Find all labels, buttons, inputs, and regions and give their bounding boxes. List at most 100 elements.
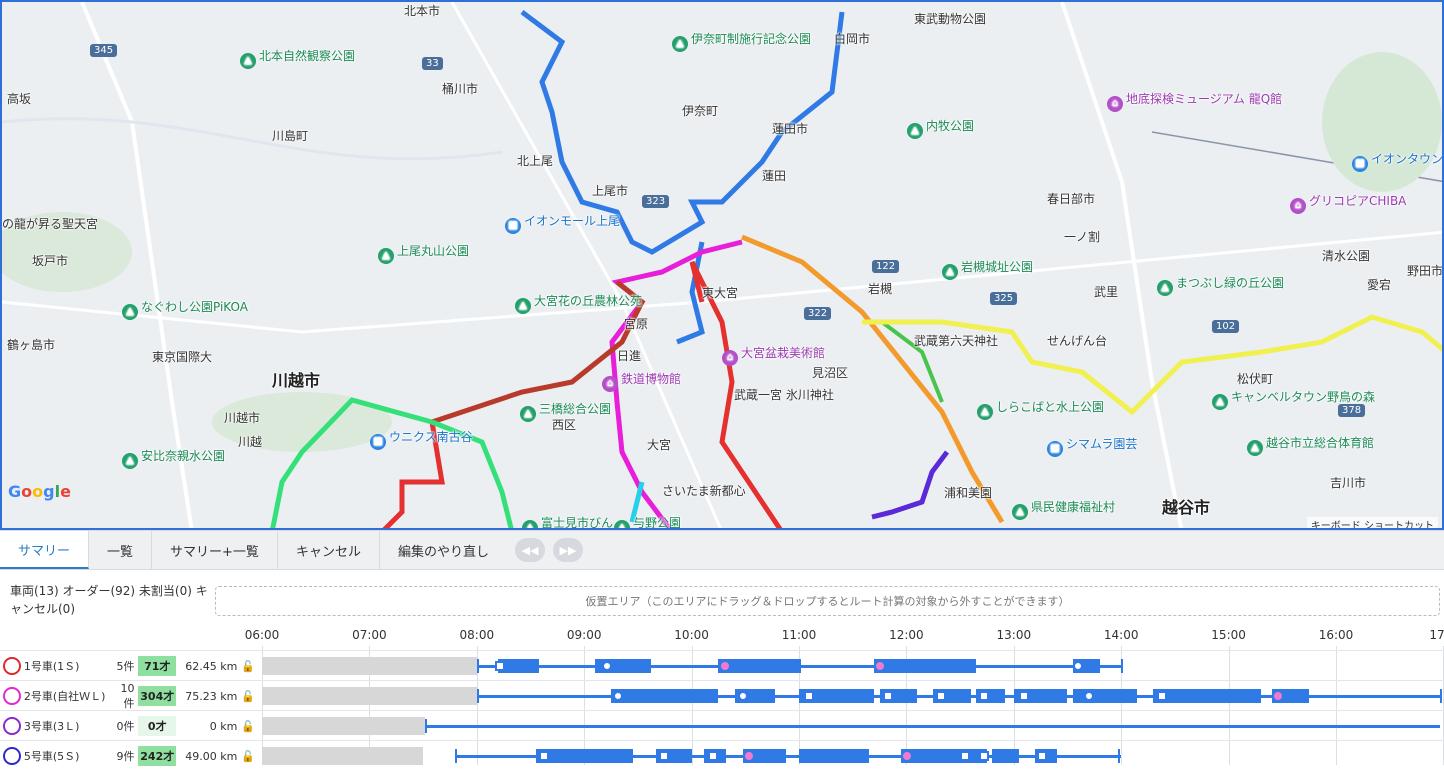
map-label[interactable]: ■ ウニクス南古谷: [370, 428, 473, 450]
delivery-marker[interactable]: [804, 691, 815, 701]
map-label[interactable]: 松伏町: [1237, 370, 1273, 387]
map-attribution[interactable]: キーボード ショートカット: [1306, 517, 1438, 528]
map-label[interactable]: 春日部市: [1047, 190, 1095, 207]
map-label[interactable]: 越谷市: [1162, 494, 1210, 518]
map-label[interactable]: の龍が昇る聖天宮: [2, 215, 98, 232]
map-label[interactable]: 武里: [1094, 283, 1118, 300]
redo-button[interactable]: ▶▶: [552, 538, 583, 562]
vehicle-row[interactable]: 5号車(5Ｓ) 9件 242才 49.00 km 🔓: [0, 740, 1444, 770]
map-label[interactable]: 西区: [552, 416, 576, 433]
delivery-marker[interactable]: [707, 751, 718, 761]
tab-cancel[interactable]: キャンセル: [278, 531, 380, 569]
pickup-marker[interactable]: [720, 662, 729, 670]
map-label[interactable]: 上尾市: [592, 182, 628, 199]
order-block[interactable]: [901, 749, 987, 763]
tab-list[interactable]: 一覧: [89, 531, 153, 569]
map-label[interactable]: 武蔵第六天神社: [914, 332, 998, 349]
delivery-marker[interactable]: [882, 691, 893, 701]
unlock-icon[interactable]: 🔓: [241, 720, 255, 733]
vehicle-color-ring-icon[interactable]: [3, 657, 21, 675]
order-block[interactable]: [799, 749, 869, 763]
map-label[interactable]: 桶川市: [442, 80, 478, 97]
vehicle-color-ring-icon[interactable]: [3, 687, 21, 705]
map-label[interactable]: ▲ 安比奈親水公園: [122, 447, 225, 469]
order-block[interactable]: [535, 749, 633, 763]
delivery-marker[interactable]: [960, 751, 971, 761]
map-label[interactable]: 宮原: [624, 315, 648, 332]
timeline-end-marker[interactable]: [1440, 689, 1442, 703]
map-label[interactable]: ▲ 内牧公園: [907, 117, 974, 139]
map-label[interactable]: ▲ なぐわし公園PiKOA: [122, 298, 248, 320]
unlock-icon[interactable]: 🔓: [241, 750, 255, 763]
vehicle-row[interactable]: 3号車(3Ｌ) 0件 0才 0 km 🔓: [0, 710, 1444, 740]
map-label[interactable]: ⌂ 鉄道博物館: [602, 370, 681, 392]
timeline-end-marker[interactable]: [1117, 749, 1120, 763]
map-label[interactable]: ▲ 越谷市立総合体育館: [1247, 434, 1374, 456]
map-label[interactable]: ▲ 北本自然観察公園: [240, 47, 355, 69]
map-label[interactable]: 大宮: [647, 436, 671, 453]
map-label[interactable]: 岩槻: [868, 280, 892, 297]
map-label[interactable]: 東大宮: [702, 284, 738, 301]
map-label[interactable]: 白岡市: [834, 30, 870, 47]
delivery-marker[interactable]: [495, 661, 506, 671]
map-label[interactable]: 川越: [238, 433, 262, 450]
order-block[interactable]: [718, 659, 802, 673]
map-label[interactable]: 東武動物公園: [914, 10, 986, 27]
map-label[interactable]: 清水公園: [1322, 247, 1370, 264]
order-block[interactable]: [992, 749, 1020, 763]
vehicle-color-ring-icon[interactable]: [3, 717, 21, 735]
map-label[interactable]: 日進: [617, 347, 641, 364]
timeline-end-marker[interactable]: [455, 749, 458, 763]
delivery-marker[interactable]: [979, 691, 990, 701]
tab-summary-list[interactable]: サマリー+一覧: [152, 531, 278, 569]
vehicle-row[interactable]: 1号車(1Ｓ) 5件 71才 62.45 km 🔓: [0, 650, 1444, 680]
delivery-marker[interactable]: [936, 691, 947, 701]
map-label[interactable]: 北本市: [404, 2, 440, 19]
map-label[interactable]: ▲ 大宮花の丘農林公苑: [515, 292, 642, 314]
map-label[interactable]: 川島町: [272, 127, 308, 144]
map-label[interactable]: ⌂ 地底探検ミュージアム 龍Q館: [1107, 90, 1282, 112]
map-label[interactable]: 愛宕: [1367, 276, 1391, 293]
map-label[interactable]: 東京国際大: [152, 348, 212, 365]
map-label[interactable]: ■ イオンモール上尾: [505, 212, 620, 234]
map-label[interactable]: ▲ 県民健康福祉村: [1012, 498, 1115, 520]
map-label[interactable]: ▲ しらこばと水上公園: [977, 398, 1104, 420]
pickup-marker[interactable]: [1273, 692, 1282, 700]
map-label[interactable]: 浦和美園: [944, 484, 992, 501]
order-block[interactable]: [611, 689, 719, 703]
vehicle-color-ring-icon[interactable]: [3, 747, 21, 765]
map-label[interactable]: ⌂ 大宮盆栽美術館: [722, 344, 825, 366]
map-label[interactable]: 蓮田市: [772, 120, 808, 137]
map-label[interactable]: ■ シマムラ園芸: [1047, 435, 1137, 457]
stop-marker[interactable]: [737, 691, 748, 701]
map-label[interactable]: 北上尾: [517, 152, 553, 169]
order-block[interactable]: [1072, 689, 1138, 703]
map-label[interactable]: せんげん台: [1047, 332, 1107, 349]
tab-undo-edit[interactable]: 編集のやり直し: [380, 531, 507, 569]
stop-marker[interactable]: [1072, 661, 1083, 671]
map-label[interactable]: ⌂ グリコピアCHIBA: [1290, 192, 1406, 214]
undo-button[interactable]: ◀◀: [514, 538, 545, 562]
map-label[interactable]: 高坂: [7, 90, 31, 107]
map-label[interactable]: ■ イオンタウン: [1352, 150, 1442, 172]
delivery-marker[interactable]: [1156, 691, 1167, 701]
map-label[interactable]: ▲ まつぶし緑の丘公園: [1157, 274, 1284, 296]
map-label[interactable]: 川越市: [272, 367, 320, 391]
tab-summary[interactable]: サマリー: [0, 531, 90, 569]
map-label[interactable]: ▲ 岩槻城址公園: [942, 258, 1033, 280]
timeline-end-marker[interactable]: [425, 719, 428, 733]
delivery-marker[interactable]: [659, 751, 670, 761]
timeline-end-marker[interactable]: [476, 659, 479, 673]
map-label[interactable]: 伊奈町: [682, 102, 718, 119]
delivery-marker[interactable]: [1019, 691, 1030, 701]
vehicle-row[interactable]: 2号車(自社ＷＬ) 10件 304才 75.23 km 🔓: [0, 680, 1444, 710]
delivery-marker[interactable]: [539, 751, 550, 761]
timeline-end-marker[interactable]: [476, 689, 479, 703]
map-label[interactable]: 見沼区: [812, 364, 848, 381]
map-label[interactable]: 吉川市: [1330, 474, 1366, 491]
hold-drop-area[interactable]: 仮置エリア（このエリアにドラッグ＆ドロップするとルート計算の対象から外すことがで…: [215, 586, 1440, 616]
map-label[interactable]: ▲ 与野公園: [614, 514, 681, 528]
timeline-end-marker[interactable]: [1121, 659, 1124, 673]
map-label[interactable]: 坂戸市: [32, 252, 68, 269]
map-label[interactable]: ▲ 上尾丸山公園: [378, 242, 469, 264]
